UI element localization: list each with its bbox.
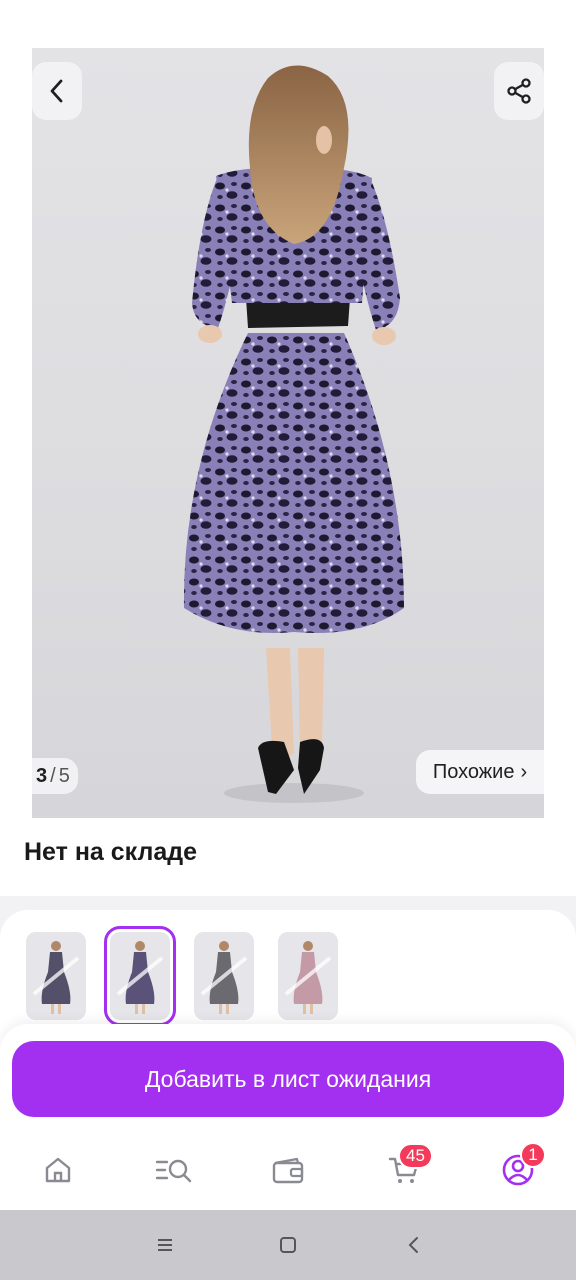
catalog-search-icon — [155, 1159, 192, 1183]
home-square-icon — [280, 1237, 296, 1253]
chevron-left-icon — [50, 79, 63, 103]
back-icon — [408, 1237, 418, 1253]
system-recents-button[interactable] — [148, 1228, 182, 1262]
thumbnail-image — [110, 932, 170, 1020]
product-image-gallery[interactable] — [32, 48, 544, 818]
thumbnail-image — [194, 932, 254, 1020]
image-counter: 3 / 5 — [32, 758, 78, 794]
share-icon — [507, 78, 531, 104]
add-to-waitlist-button[interactable]: Добавить в лист ожидания — [12, 1041, 564, 1117]
system-back-button[interactable] — [397, 1228, 431, 1262]
wallet-icon — [272, 1157, 304, 1184]
similar-button[interactable]: Похожие › — [416, 750, 544, 794]
image-counter-current: 3 — [36, 764, 48, 787]
similar-label: Похожие — [432, 760, 515, 783]
cart-badge: 45 — [398, 1143, 433, 1169]
thumbnail-4[interactable] — [278, 932, 338, 1020]
home-icon — [45, 1157, 71, 1183]
thumbnail-1[interactable] — [26, 932, 86, 1020]
share-button[interactable] — [494, 62, 544, 120]
image-counter-total: 5 — [58, 764, 70, 787]
profile-badge: 1 — [520, 1142, 546, 1168]
back-button[interactable] — [32, 62, 82, 120]
recents-icon — [158, 1239, 172, 1251]
stock-status: Нет на складе — [24, 838, 198, 866]
system-home-button[interactable] — [271, 1228, 305, 1262]
tab-wallet[interactable] — [268, 1150, 308, 1190]
product-photo — [183, 65, 404, 803]
thumbnail-2[interactable] — [104, 926, 176, 1026]
tab-home[interactable] — [38, 1150, 78, 1190]
thumbnail-3[interactable] — [194, 932, 254, 1020]
chevron-right-icon: › — [520, 760, 528, 783]
image-counter-separator: / — [50, 764, 56, 787]
thumbnail-image — [26, 932, 86, 1020]
tab-catalog[interactable] — [152, 1150, 196, 1190]
thumbnail-image — [278, 932, 338, 1020]
